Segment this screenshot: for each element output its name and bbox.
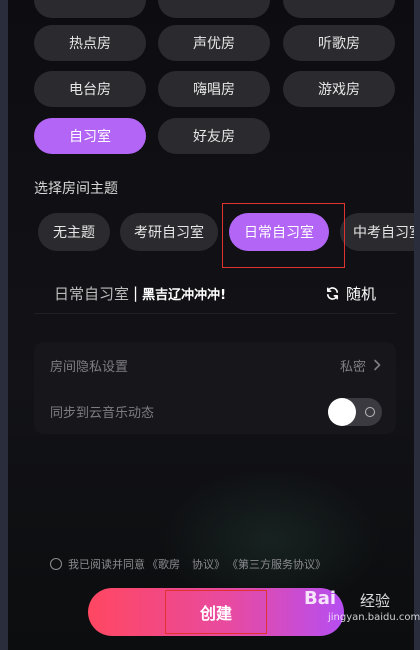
sync-toggle[interactable]	[328, 398, 382, 426]
sync-setting-label: 同步到云音乐动态	[50, 405, 155, 421]
agreement-link-room-tail[interactable]: 协议》	[192, 556, 225, 572]
room-type-chip-voice[interactable]: 声优房	[158, 25, 270, 61]
watermark-cn: 经验	[360, 592, 391, 610]
room-type-chip-friends[interactable]: 好友房	[158, 118, 270, 154]
room-name-row[interactable]: 日常自习室 | 黑吉辽冲冲冲! 随机	[34, 273, 396, 314]
random-name-button[interactable]: 随机	[325, 283, 376, 304]
theme-chip-none[interactable]: 无主题	[38, 213, 110, 251]
annotation-highlight-create	[165, 590, 267, 634]
random-label: 随机	[345, 284, 376, 303]
room-type-chip-sing[interactable]: 嗨唱房	[158, 71, 270, 107]
agreement-row[interactable]: 我已阅读并同意 《歌房 协议》 《第三方服务协议》	[50, 556, 328, 572]
room-type-label: 热点房	[69, 36, 111, 52]
toggle-knob	[328, 398, 356, 426]
window-edge-right	[414, 0, 420, 650]
theme-chip-kaoyan[interactable]: 考研自习室	[120, 213, 218, 251]
refresh-icon	[326, 286, 339, 300]
privacy-setting-value: 私密	[339, 359, 366, 375]
room-type-label: 嗨唱房	[193, 82, 235, 98]
baidu-watermark: Bai 经验 jingyan.baidu.com	[302, 588, 420, 628]
agreement-prefix: 我已阅读并同意	[68, 558, 145, 571]
privacy-setting-value-group: 私密	[340, 356, 382, 375]
room-type-chip-study[interactable]: 自习室	[34, 118, 146, 154]
agreement-link-room[interactable]: 《歌房	[147, 556, 180, 572]
toggle-ring-icon	[365, 407, 375, 417]
room-type-chip-listen[interactable]: 听歌房	[283, 25, 395, 61]
room-type-label: 电台房	[69, 82, 111, 98]
room-name-prefix: 日常自习室	[54, 284, 130, 303]
room-type-chip-radio[interactable]: 电台房	[34, 71, 146, 107]
watermark-url: jingyan.baidu.com	[328, 612, 420, 623]
room-name-separator: |	[133, 284, 139, 302]
room-type-label: 游戏房	[318, 82, 360, 98]
room-type-chip-cut-2[interactable]	[158, 0, 270, 18]
watermark-brand: Bai	[304, 588, 337, 609]
room-type-label: 听歌房	[318, 36, 360, 52]
room-type-chip-cut-3[interactable]	[283, 0, 395, 18]
annotation-highlight-theme	[222, 203, 345, 268]
room-type-chip-cut-1[interactable]	[34, 0, 146, 18]
theme-chip-zhongkao[interactable]: 中考自习室	[340, 213, 414, 251]
theme-label: 无主题	[53, 225, 95, 241]
room-type-chip-hot[interactable]: 热点房	[34, 25, 146, 61]
window-edge-left	[0, 0, 8, 650]
create-room-screen: 热点房 声优房 听歌房 电台房 嗨唱房 游戏房 自习室 好友房 选择房间主题 无…	[0, 0, 420, 650]
privacy-setting-label: 房间隐私设置	[50, 359, 129, 375]
room-name-input[interactable]: 黑吉辽冲冲冲!	[142, 284, 226, 303]
privacy-setting-row[interactable]: 房间隐私设置 私密	[34, 342, 396, 388]
settings-card: 房间隐私设置 私密 同步到云音乐动态	[34, 342, 396, 434]
agreement-checkbox[interactable]	[50, 558, 62, 570]
theme-label: 中考自习室	[353, 225, 414, 241]
room-type-label: 自习室	[69, 129, 111, 145]
theme-section-title: 选择房间主题	[34, 181, 118, 197]
theme-label: 考研自习室	[134, 225, 204, 241]
chevron-right-icon	[374, 359, 381, 371]
sync-setting-row: 同步到云音乐动态	[34, 388, 396, 434]
agreement-link-third-party[interactable]: 《第三方服务协议》	[227, 556, 326, 572]
room-type-chip-game[interactable]: 游戏房	[283, 71, 395, 107]
room-type-label: 好友房	[193, 129, 235, 145]
room-type-label: 声优房	[193, 36, 235, 52]
